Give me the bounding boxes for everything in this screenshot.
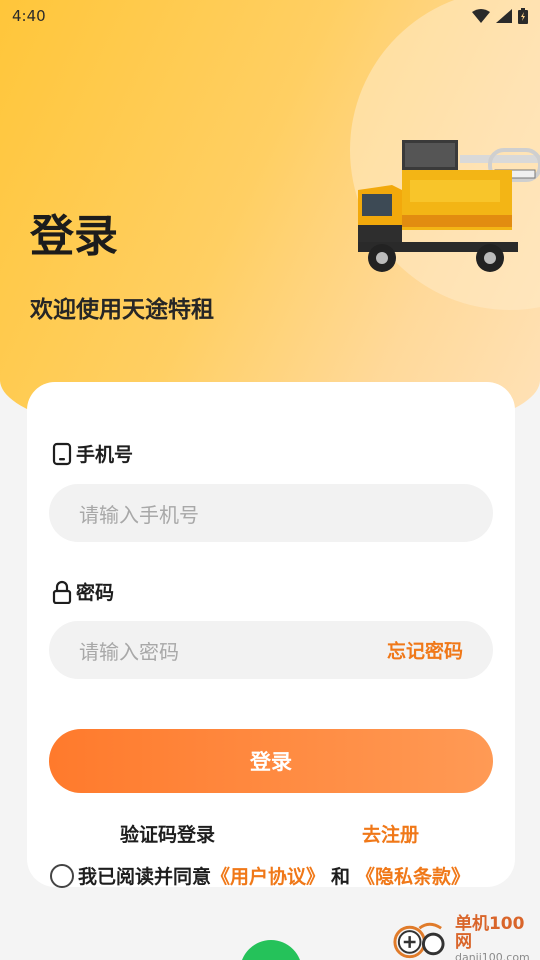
code-login-link[interactable]: 验证码登录 xyxy=(120,820,215,847)
agree-and-text: 和 xyxy=(331,866,351,888)
watermark-en: danji100.com xyxy=(454,951,530,960)
register-link[interactable]: 去注册 xyxy=(362,820,419,847)
phone-placeholder: 请输入手机号 xyxy=(79,502,199,527)
password-input[interactable]: 请输入密码 忘记密码 xyxy=(49,621,493,679)
watermark-logo xyxy=(393,922,445,959)
phone-input[interactable]: 请输入手机号 xyxy=(49,484,493,542)
watermark: 单机100网 danji100.com xyxy=(390,915,540,960)
page-subtitle: 欢迎使用天途特租 xyxy=(30,297,214,323)
lock-icon xyxy=(52,580,72,604)
privacy-policy-link[interactable]: 《隐私条款》 xyxy=(356,862,470,889)
green-circle-button[interactable] xyxy=(240,940,302,960)
agree-text: 我已阅读并同意 xyxy=(78,866,212,888)
watermark-cn: 单机100网 xyxy=(454,914,525,952)
page-title: 登录 xyxy=(30,211,118,262)
forgot-password-link[interactable]: 忘记密码 xyxy=(387,637,463,664)
truck-illustration xyxy=(358,140,540,272)
agree-radio[interactable] xyxy=(50,863,74,888)
status-bar: 4:40 xyxy=(0,0,540,32)
phone-icon xyxy=(52,442,72,465)
password-placeholder: 请输入密码 xyxy=(79,639,179,664)
phone-label: 手机号 xyxy=(76,444,134,466)
wifi-icon xyxy=(472,9,490,23)
password-label-row: 密码 xyxy=(52,578,114,605)
battery-icon xyxy=(518,8,528,24)
user-agreement-link[interactable]: 《用户协议》 xyxy=(211,862,325,889)
phone-label-row: 手机号 xyxy=(52,440,133,467)
status-icons xyxy=(472,8,528,24)
signal-icon xyxy=(496,9,512,23)
status-time: 4:40 xyxy=(12,7,46,25)
login-button[interactable]: 登录 xyxy=(49,729,493,793)
agreement-row: 我已阅读并同意 《用户协议》 和 《隐私条款》 xyxy=(50,862,470,889)
password-label: 密码 xyxy=(76,582,115,604)
